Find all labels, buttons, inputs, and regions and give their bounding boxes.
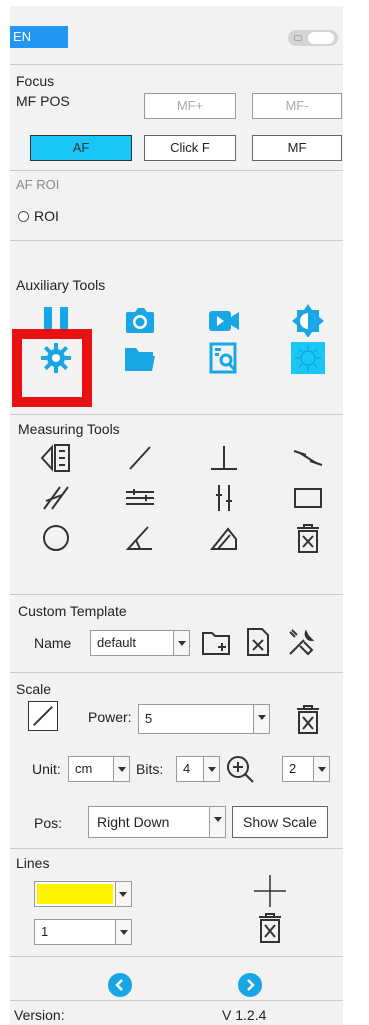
zoom-in-icon[interactable]	[224, 754, 256, 784]
power-label: Power:	[88, 709, 132, 725]
pager-section	[10, 956, 343, 1000]
delete-scale-icon[interactable]	[292, 703, 324, 735]
scale-section: Scale Power: 5 Unit: cm Bits: 4 2 Pos: R…	[10, 672, 343, 848]
mf-plus-button[interactable]: MF+	[144, 93, 236, 119]
perpendicular-tool-icon[interactable]	[206, 441, 242, 475]
roi-radio[interactable]	[18, 211, 29, 222]
custom-template-title: Custom Template	[18, 603, 127, 619]
camera-icon[interactable]	[122, 303, 158, 337]
lines-section: Lines 1	[10, 848, 343, 956]
parallel-lines-tool-icon[interactable]	[38, 481, 74, 515]
video-record-icon[interactable]	[206, 303, 242, 337]
scale-title: Scale	[16, 681, 52, 697]
show-scale-button[interactable]: Show Scale	[232, 806, 328, 838]
af-roi-title: AF ROI	[16, 177, 60, 192]
custom-template-section: Custom Template Name default	[10, 594, 343, 672]
image-search-icon[interactable]	[206, 341, 242, 375]
contrast-icon[interactable]	[290, 303, 326, 337]
zoom-value: 2	[289, 761, 297, 776]
power-select[interactable]: 5	[138, 704, 270, 734]
brightness-icon[interactable]	[290, 341, 326, 375]
line-color-select[interactable]	[34, 881, 132, 907]
pos-value: Right Down	[97, 814, 170, 830]
unit-label: Unit:	[32, 761, 61, 777]
version-value: V 1.2.4	[222, 1007, 267, 1023]
new-template-icon[interactable]	[200, 626, 232, 658]
folder-icon[interactable]	[122, 341, 158, 375]
rectangle-tool-icon[interactable]	[290, 481, 326, 515]
scale-line-icon[interactable]	[28, 701, 58, 731]
angle-tool-icon[interactable]	[122, 521, 158, 555]
bits-value: 4	[183, 761, 191, 776]
auxiliary-tools-title: Auxiliary Tools	[16, 277, 106, 293]
line-color-swatch	[37, 884, 113, 904]
control-panel: EN Focus MF POS MF+ MF- AF Click F MF AF…	[10, 6, 343, 1025]
select-tool-icon[interactable]	[38, 441, 74, 475]
template-name-value: default	[97, 635, 137, 650]
version-label: Version:	[14, 1007, 65, 1023]
line-tool-icon[interactable]	[122, 441, 158, 475]
previous-page-icon[interactable]	[108, 973, 132, 997]
roi-label: ROI	[34, 208, 59, 224]
power-value: 5	[145, 711, 153, 726]
mf-minus-button[interactable]: MF-	[252, 93, 342, 119]
focus-title: Focus	[16, 73, 55, 89]
af-button[interactable]: AF	[30, 135, 132, 161]
horizontal-lines-tool-icon[interactable]	[122, 481, 158, 515]
template-name-label: Name	[34, 635, 72, 651]
delete-lines-icon[interactable]	[254, 911, 286, 945]
af-roi-section: AF ROI ROI	[10, 170, 343, 240]
pos-label: Pos:	[34, 815, 63, 831]
bits-label: Bits:	[136, 761, 164, 777]
click-f-button[interactable]: Click F	[144, 135, 236, 161]
mf-button[interactable]: MF	[252, 135, 342, 161]
parallel-distance-tool-icon[interactable]	[290, 441, 326, 475]
zoom-select[interactable]: 2	[282, 756, 330, 782]
delete-template-icon[interactable]	[242, 626, 274, 658]
polygon-tool-icon[interactable]	[206, 521, 242, 555]
auxiliary-tools-section: Auxiliary Tools	[10, 240, 343, 414]
tools-wrench-icon[interactable]	[286, 626, 318, 658]
measuring-tools-title: Measuring Tools	[18, 421, 120, 437]
unit-value: cm	[75, 761, 93, 776]
line-width-select[interactable]: 1	[34, 919, 132, 945]
measuring-tools-section: Measuring Tools	[10, 414, 343, 594]
unit-select[interactable]: cm	[68, 756, 130, 782]
delete-measurement-icon[interactable]	[290, 521, 326, 555]
bits-select[interactable]: 4	[176, 756, 220, 782]
version-bar: Version: V 1.2.4	[10, 1000, 343, 1025]
toggle-switch[interactable]	[288, 30, 338, 46]
pos-select[interactable]: Right Down	[88, 806, 226, 838]
vertical-lines-tool-icon[interactable]	[206, 481, 242, 515]
line-width-value: 1	[41, 924, 49, 939]
crosshair-icon[interactable]	[252, 873, 288, 909]
mf-pos-label: MF POS	[16, 93, 70, 109]
lines-title: Lines	[16, 855, 50, 871]
next-page-icon[interactable]	[238, 973, 262, 997]
selection-highlight-box	[12, 329, 92, 407]
focus-section: Focus MF POS MF+ MF- AF Click F MF	[10, 64, 343, 170]
template-name-select[interactable]: default	[90, 630, 190, 656]
circle-tool-icon[interactable]	[38, 521, 74, 555]
language-badge[interactable]: EN	[10, 26, 68, 48]
